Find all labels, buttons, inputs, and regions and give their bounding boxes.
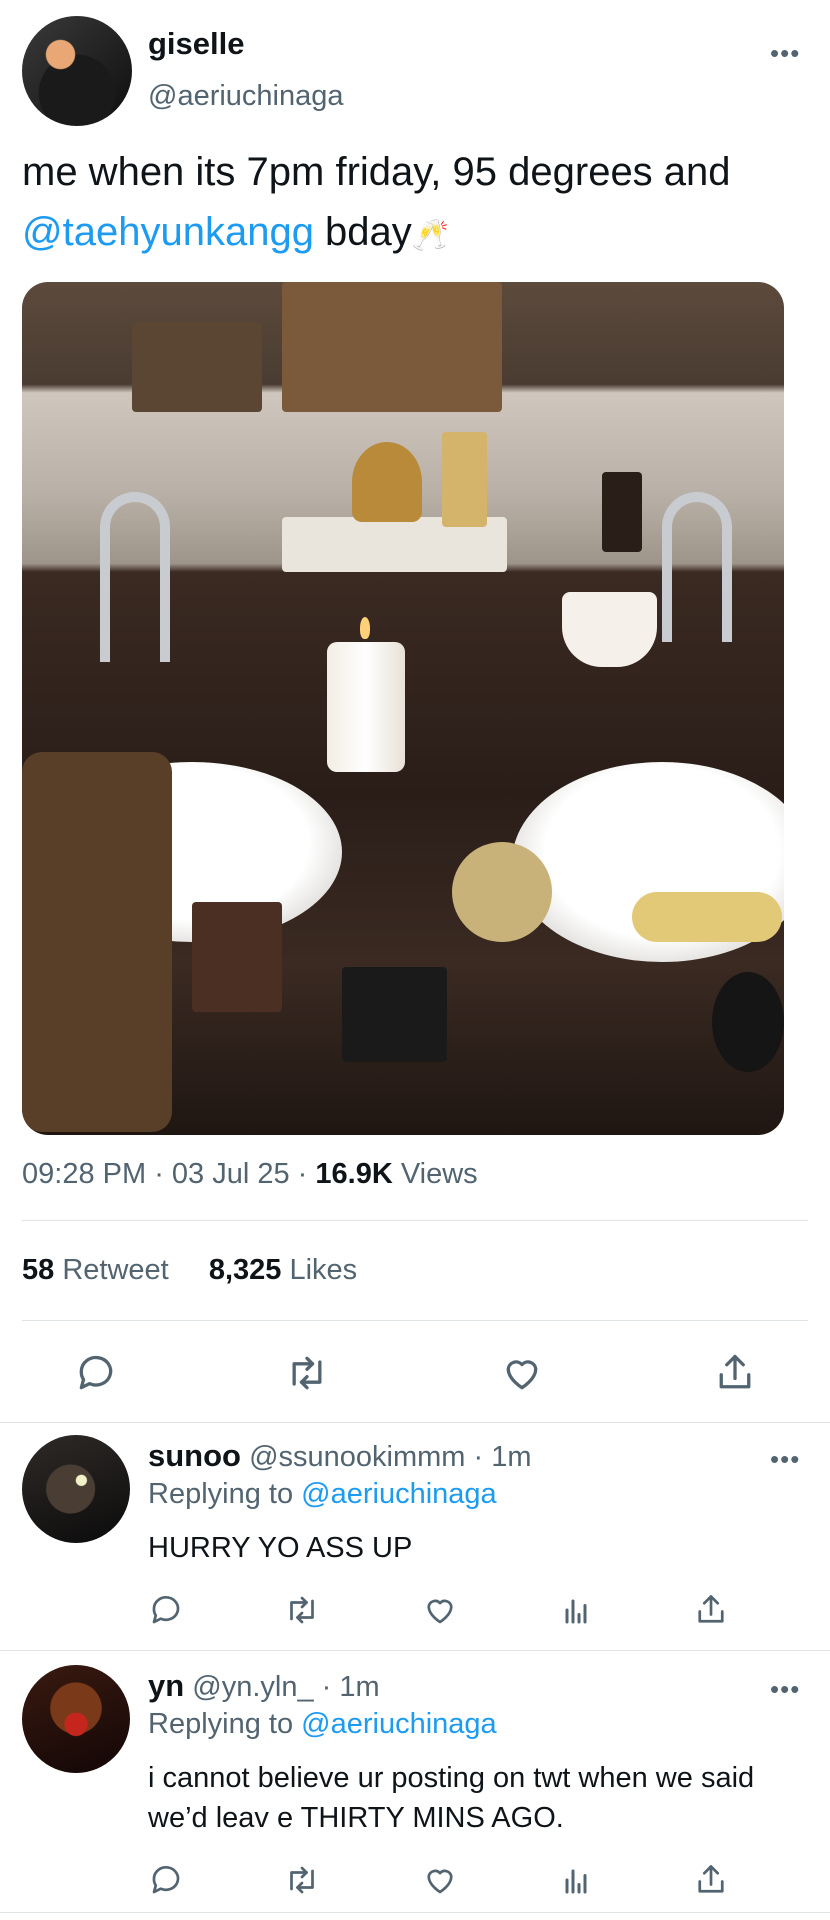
reply-text: i cannot believe ur posting on twt when …: [148, 1762, 755, 1834]
divider: [0, 1912, 830, 1913]
tweet-text-line1: me when its 7pm friday, 95 degrees and: [22, 150, 731, 194]
views-icon[interactable]: [558, 1592, 594, 1628]
more-icon[interactable]: •••: [770, 40, 800, 66]
reply-author-name[interactable]: sunoo: [148, 1438, 241, 1473]
photo-faucet-right: [662, 492, 732, 642]
reply-header: sunoo @ssunookimmm · 1m: [148, 1438, 532, 1474]
reply-author-handle[interactable]: @ssunookimmm: [249, 1441, 465, 1473]
tweet-text-after: bday: [313, 210, 412, 254]
reply-avatar[interactable]: [22, 1665, 130, 1773]
photo-ysl-compact: [342, 967, 447, 1062]
photo-tf-compact: [192, 902, 282, 1012]
divider: [0, 1422, 830, 1423]
reply-time: · 1m: [473, 1441, 532, 1473]
retweet-icon[interactable]: [284, 1592, 320, 1628]
reply-icon[interactable]: [148, 1592, 184, 1628]
like-icon[interactable]: [422, 1862, 458, 1898]
tweet-meta: 09:28 PM · 03 Jul 25 · 16.9K Views: [22, 1158, 478, 1190]
tweet-text: me when its 7pm friday, 95 degrees and @…: [22, 142, 822, 266]
reply-text: HURRY YO ASS UP: [148, 1532, 413, 1564]
views-label: Views: [392, 1158, 478, 1190]
mention-link[interactable]: @taehyunkangg: [22, 210, 314, 254]
share-icon[interactable]: [693, 1862, 729, 1898]
photo-powder-jar: [452, 842, 552, 942]
tweet-stats: 58 Retweet 8,325 Likes: [22, 1254, 357, 1287]
replying-to: Replying to @aeriuchinaga: [148, 1708, 497, 1740]
divider: [0, 1650, 830, 1651]
photo-faucet-left: [100, 492, 170, 662]
author-name[interactable]: giselle: [148, 26, 245, 62]
photo-person-reflection: [282, 282, 502, 412]
replying-to-link[interactable]: @aeriuchinaga: [301, 1478, 497, 1510]
photo-bag-reflection: [132, 322, 262, 412]
photo-armani-compact: [712, 972, 784, 1072]
reply-author-name[interactable]: yn: [148, 1668, 184, 1703]
more-icon[interactable]: •••: [770, 1446, 800, 1472]
photo-foundation-bottle: [602, 472, 642, 552]
photo-perfume-bottle: [442, 432, 487, 527]
views-icon[interactable]: [558, 1862, 594, 1898]
reply-icon[interactable]: [148, 1862, 184, 1898]
reply-author-handle[interactable]: @yn.yln_: [192, 1671, 313, 1703]
replying-to: Replying to @aeriuchinaga: [148, 1478, 497, 1510]
photo-coffee-cup: [562, 592, 657, 667]
like-icon[interactable]: [500, 1351, 544, 1395]
more-icon[interactable]: •••: [770, 1676, 800, 1702]
likes-stat[interactable]: 8,325 Likes: [209, 1254, 357, 1286]
reply-time: · 1m: [321, 1671, 380, 1703]
tweet-date: 03 Jul 25: [171, 1158, 290, 1190]
photo-candle: [327, 642, 405, 772]
share-icon[interactable]: [713, 1351, 757, 1395]
share-icon[interactable]: [693, 1592, 729, 1628]
reply-header: yn @yn.yln_ · 1m: [148, 1668, 380, 1704]
tweet-text-line2: @taehyunkangg bday🥂: [22, 202, 822, 266]
tweet-time: 09:28 PM: [22, 1158, 147, 1190]
divider: [22, 1220, 808, 1221]
tweet-photo[interactable]: [22, 282, 784, 1135]
retweet-icon[interactable]: [284, 1862, 320, 1898]
photo-hairbrush: [632, 892, 782, 942]
photo-perfume-shell: [352, 442, 422, 522]
photo-flame: [360, 617, 370, 639]
champagne-emoji: 🥂: [411, 219, 450, 252]
retweet-stat[interactable]: 58 Retweet: [22, 1254, 169, 1286]
views-count: 16.9K: [315, 1158, 393, 1190]
divider: [22, 1320, 808, 1321]
retweet-icon[interactable]: [285, 1351, 329, 1395]
author-handle[interactable]: @aeriuchinaga: [148, 80, 344, 113]
reply-avatar[interactable]: [22, 1435, 130, 1543]
like-icon[interactable]: [422, 1592, 458, 1628]
reply-icon[interactable]: [74, 1351, 118, 1395]
replying-to-link[interactable]: @aeriuchinaga: [301, 1708, 497, 1740]
photo-makeup-bag: [22, 752, 172, 1132]
author-avatar[interactable]: [22, 16, 132, 126]
